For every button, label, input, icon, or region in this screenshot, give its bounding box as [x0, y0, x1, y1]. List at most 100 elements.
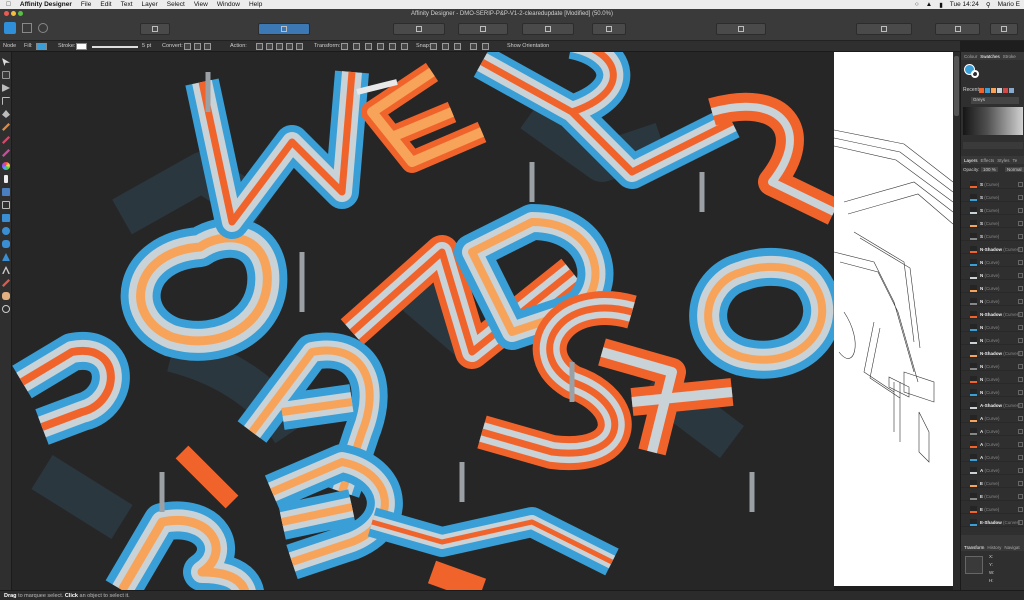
layer-row[interactable]: S (Curve) [961, 193, 1024, 202]
wifi-icon[interactable]: ○ [915, 1, 919, 8]
menu-select[interactable]: Select [167, 1, 185, 8]
layer-row[interactable]: N (Curve) [961, 323, 1024, 332]
layer-row[interactable]: N (Curve) [961, 271, 1024, 280]
layer-row[interactable]: N (Curve) [961, 297, 1024, 306]
layer-visibility-checkbox[interactable] [1018, 507, 1023, 512]
layer-visibility-checkbox[interactable] [1018, 208, 1023, 213]
layer-visibility-checkbox[interactable] [1018, 403, 1023, 408]
layer-row[interactable]: A (Curve) [961, 440, 1024, 449]
brush-tool-icon[interactable] [2, 136, 10, 144]
user-name[interactable]: Mario E [998, 1, 1020, 8]
layer-visibility-checkbox[interactable] [1018, 377, 1023, 382]
design-canvas[interactable] [12, 52, 834, 590]
recent-swatch-1[interactable] [979, 88, 984, 93]
layer-row[interactable]: A-Shadow (Curves) [961, 401, 1024, 410]
layer-visibility-checkbox[interactable] [1018, 455, 1023, 460]
rectangle-tool-icon[interactable] [2, 214, 10, 222]
menu-view[interactable]: View [194, 1, 208, 8]
color-picker-icon[interactable] [2, 279, 10, 287]
tab-navigator[interactable]: Navigat [1004, 545, 1019, 550]
snap-3[interactable] [454, 43, 461, 50]
menu-window[interactable]: Window [217, 1, 240, 8]
layer-row[interactable]: S (Curve) [961, 219, 1024, 228]
action-break-button[interactable] [256, 43, 263, 50]
convert-sharp-button[interactable] [184, 43, 191, 50]
layer-row[interactable]: N (Curve) [961, 258, 1024, 267]
designer-persona-icon[interactable] [4, 22, 16, 34]
node-tool-icon[interactable] [2, 71, 10, 79]
layer-row[interactable]: A (Curve) [961, 453, 1024, 462]
transform-mode-6[interactable] [401, 43, 408, 50]
volume-icon[interactable]: ▲ [926, 1, 932, 8]
transform-mode-1[interactable] [341, 43, 348, 50]
anchor-grid[interactable] [965, 556, 983, 574]
recent-swatch-6[interactable] [1009, 88, 1014, 93]
menu-text[interactable]: Text [121, 1, 133, 8]
convert-smooth-button[interactable] [194, 43, 201, 50]
fill-swatch[interactable] [36, 43, 47, 50]
layer-visibility-checkbox[interactable] [1018, 442, 1023, 447]
tab-effects[interactable]: Effects [981, 158, 995, 163]
layer-row[interactable]: N-Shadow (Curves) [961, 310, 1024, 319]
menu-app-name[interactable]: Affinity Designer [20, 1, 72, 8]
toolbar-group-6[interactable] [592, 23, 626, 35]
ellipse-tool-icon[interactable] [2, 227, 10, 235]
menu-file[interactable]: File [81, 1, 91, 8]
text-tool-icon[interactable] [2, 266, 10, 274]
menu-help[interactable]: Help [249, 1, 262, 8]
opacity-value[interactable]: 100 % [981, 167, 998, 172]
place-image-icon[interactable] [2, 188, 10, 196]
tab-colour[interactable]: Colour [964, 54, 977, 59]
corner-tool-icon[interactable] [2, 97, 10, 105]
recent-swatch-2[interactable] [985, 88, 990, 93]
toolbar-group-4[interactable] [458, 23, 508, 35]
swatch-search-input[interactable] [963, 142, 1023, 149]
rounded-rect-tool-icon[interactable] [2, 240, 10, 248]
layer-visibility-checkbox[interactable] [1018, 312, 1023, 317]
transform-mode-4[interactable] [377, 43, 384, 50]
zoom-tool-icon[interactable] [2, 305, 10, 313]
recent-swatch-4[interactable] [997, 88, 1002, 93]
layer-visibility-checkbox[interactable] [1018, 481, 1023, 486]
artboard-outline-view[interactable] [834, 52, 953, 586]
layer-visibility-checkbox[interactable] [1018, 429, 1023, 434]
menu-edit[interactable]: Edit [100, 1, 111, 8]
battery-icon[interactable]: ▮ [939, 1, 943, 9]
action-reverse-button[interactable] [296, 43, 303, 50]
action-smooth-button[interactable] [276, 43, 283, 50]
layer-row[interactable]: A (Curve) [961, 466, 1024, 475]
layer-visibility-checkbox[interactable] [1018, 468, 1023, 473]
stroke-width-value[interactable]: 5 pt [142, 43, 151, 49]
layer-visibility-checkbox[interactable] [1018, 182, 1023, 187]
stroke-swatch[interactable] [76, 43, 87, 50]
layer-visibility-checkbox[interactable] [1018, 338, 1023, 343]
layer-row[interactable]: A (Curve) [961, 414, 1024, 423]
toolbar-group-3[interactable] [393, 23, 445, 35]
layer-row[interactable]: S (Curve) [961, 180, 1024, 189]
fill-tool-icon[interactable] [2, 162, 10, 170]
pixel-persona-icon[interactable] [22, 23, 32, 33]
layer-visibility-checkbox[interactable] [1018, 325, 1023, 330]
layer-visibility-checkbox[interactable] [1018, 234, 1023, 239]
move-tool-icon[interactable] [2, 58, 10, 66]
layer-row[interactable]: N (Curve) [961, 375, 1024, 384]
tab-transform[interactable]: Transform [964, 545, 984, 550]
toolbar-group-7[interactable] [716, 23, 766, 35]
apple-icon[interactable]:  [6, 1, 11, 8]
tab-styles[interactable]: Styles [997, 158, 1009, 163]
triangle-tool-icon[interactable] [2, 253, 10, 261]
layer-visibility-checkbox[interactable] [1018, 286, 1023, 291]
layer-visibility-checkbox[interactable] [1018, 299, 1023, 304]
layer-visibility-checkbox[interactable] [1018, 416, 1023, 421]
recent-swatch-5[interactable] [1003, 88, 1008, 93]
layer-visibility-checkbox[interactable] [1018, 221, 1023, 226]
transform-mode-3[interactable] [365, 43, 372, 50]
tab-stroke[interactable]: Stroke [1003, 54, 1016, 59]
pencil-tool-icon[interactable] [2, 123, 10, 131]
layer-row[interactable]: N (Curve) [961, 388, 1024, 397]
layer-visibility-checkbox[interactable] [1018, 520, 1023, 525]
layer-row[interactable]: N (Curve) [961, 284, 1024, 293]
layer-visibility-checkbox[interactable] [1018, 390, 1023, 395]
snap-2[interactable] [442, 43, 449, 50]
toolbar-group-5[interactable] [522, 23, 574, 35]
